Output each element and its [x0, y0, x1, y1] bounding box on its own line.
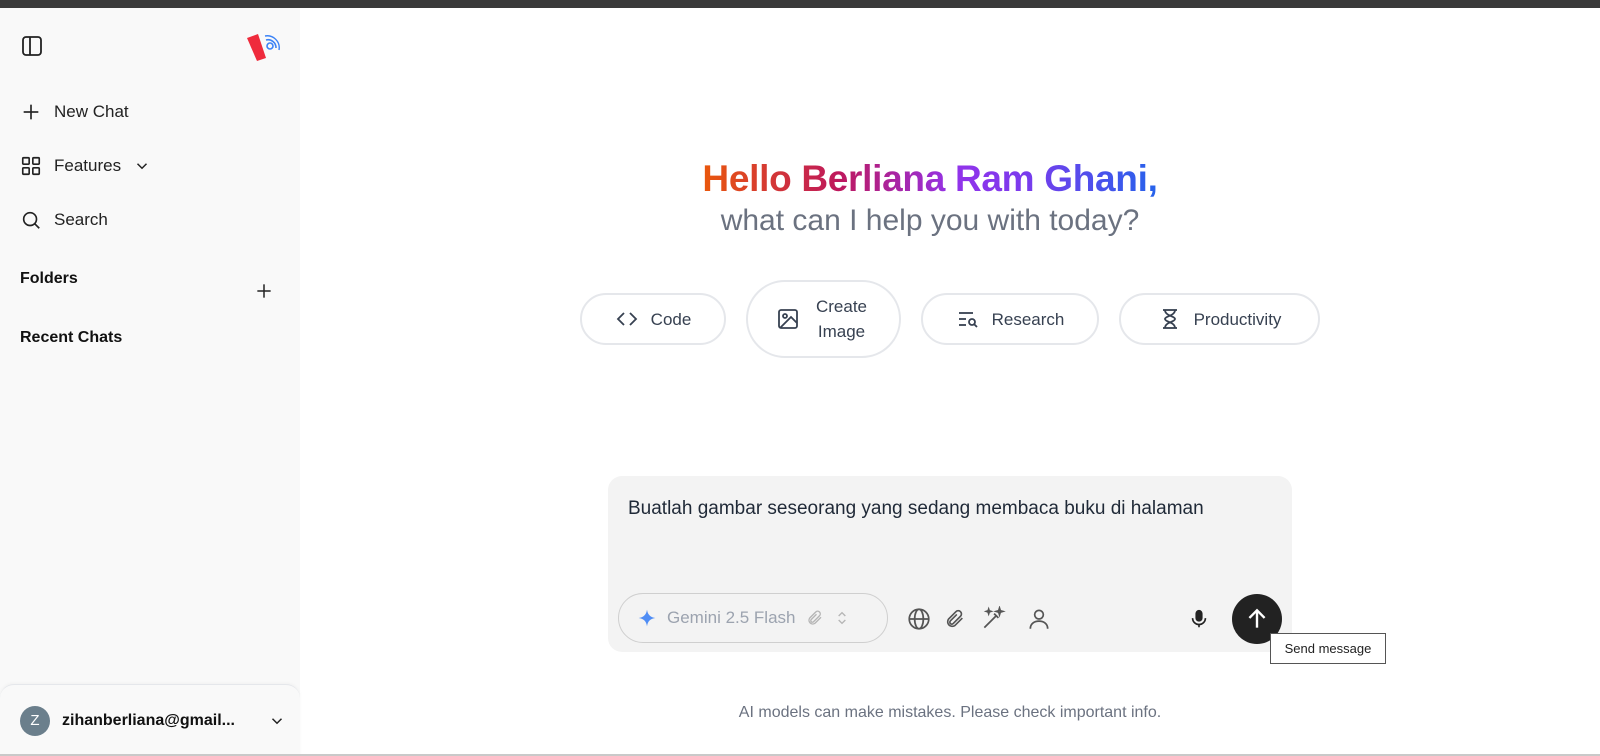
research-icon	[958, 312, 978, 328]
new-chat-label: New Chat	[54, 102, 129, 121]
chip-create-image-label: Create Image	[815, 297, 868, 341]
features-label: Features	[54, 156, 122, 175]
attach-icon[interactable]	[944, 608, 966, 630]
microphone-icon[interactable]	[1188, 608, 1210, 630]
disclaimer: AI models can make mistakes. Please chec…	[738, 704, 1162, 721]
paperclip-icon	[807, 610, 821, 625]
model-name: Gemini 2.5 Flash	[667, 608, 796, 627]
model-selector[interactable]: Gemini 2.5 Flash	[618, 593, 888, 643]
chip-code[interactable]: Code	[580, 293, 726, 345]
recent-chats-heading: Recent Chats	[20, 329, 123, 346]
avatar: Z	[20, 705, 50, 736]
hourglass-icon	[1162, 309, 1177, 329]
chip-research[interactable]: Research	[921, 293, 1099, 345]
app-logo-icon	[247, 34, 280, 61]
search-button[interactable]: Search	[20, 209, 108, 231]
chip-productivity-label: Productivity	[1193, 309, 1282, 329]
globe-icon[interactable]	[906, 606, 932, 632]
search-label: Search	[54, 210, 108, 229]
add-folder-icon[interactable]	[254, 281, 274, 301]
greeting-heading: Hello Berliana Ram Ghani,	[702, 158, 1158, 199]
chip-productivity[interactable]: Productivity	[1119, 293, 1320, 345]
chip-code-label: Code	[650, 309, 692, 329]
sparkle-icon	[638, 609, 656, 627]
chevron-down-icon	[271, 717, 283, 724]
code-icon	[616, 312, 637, 326]
folders-heading: Folders	[20, 270, 78, 287]
window-top-bar	[0, 0, 1600, 8]
composer: Buatlah gambar seseorang yang sedang mem…	[608, 476, 1292, 652]
chip-research-label: Research	[991, 309, 1065, 329]
send-tooltip: Send message	[1270, 633, 1386, 664]
chevron-updown-icon	[837, 611, 846, 625]
image-icon	[777, 309, 798, 329]
plus-icon	[23, 104, 39, 120]
prompt-input[interactable]: Buatlah gambar seseorang yang sedang mem…	[628, 498, 1278, 520]
sidebar-toggle-icon[interactable]	[20, 34, 44, 58]
search-icon	[22, 211, 40, 229]
grid-icon	[21, 156, 41, 176]
user-icon[interactable]	[1026, 606, 1052, 632]
user-email: zihanberliana@gmail...	[62, 711, 235, 729]
magic-wand-icon[interactable]	[980, 606, 1006, 632]
chevron-down-icon	[137, 163, 148, 170]
greeting-subtitle: what can I help you with today?	[720, 204, 1140, 237]
features-menu[interactable]: Features	[20, 155, 151, 177]
new-chat-button[interactable]: New Chat	[20, 101, 129, 123]
user-menu[interactable]: Z zihanberliana@gmail...	[0, 684, 300, 756]
sidebar: New Chat Features Search Folders Recent …	[0, 8, 300, 756]
chip-create-image[interactable]: Create Image	[746, 280, 901, 358]
arrow-up-icon	[1248, 608, 1266, 628]
